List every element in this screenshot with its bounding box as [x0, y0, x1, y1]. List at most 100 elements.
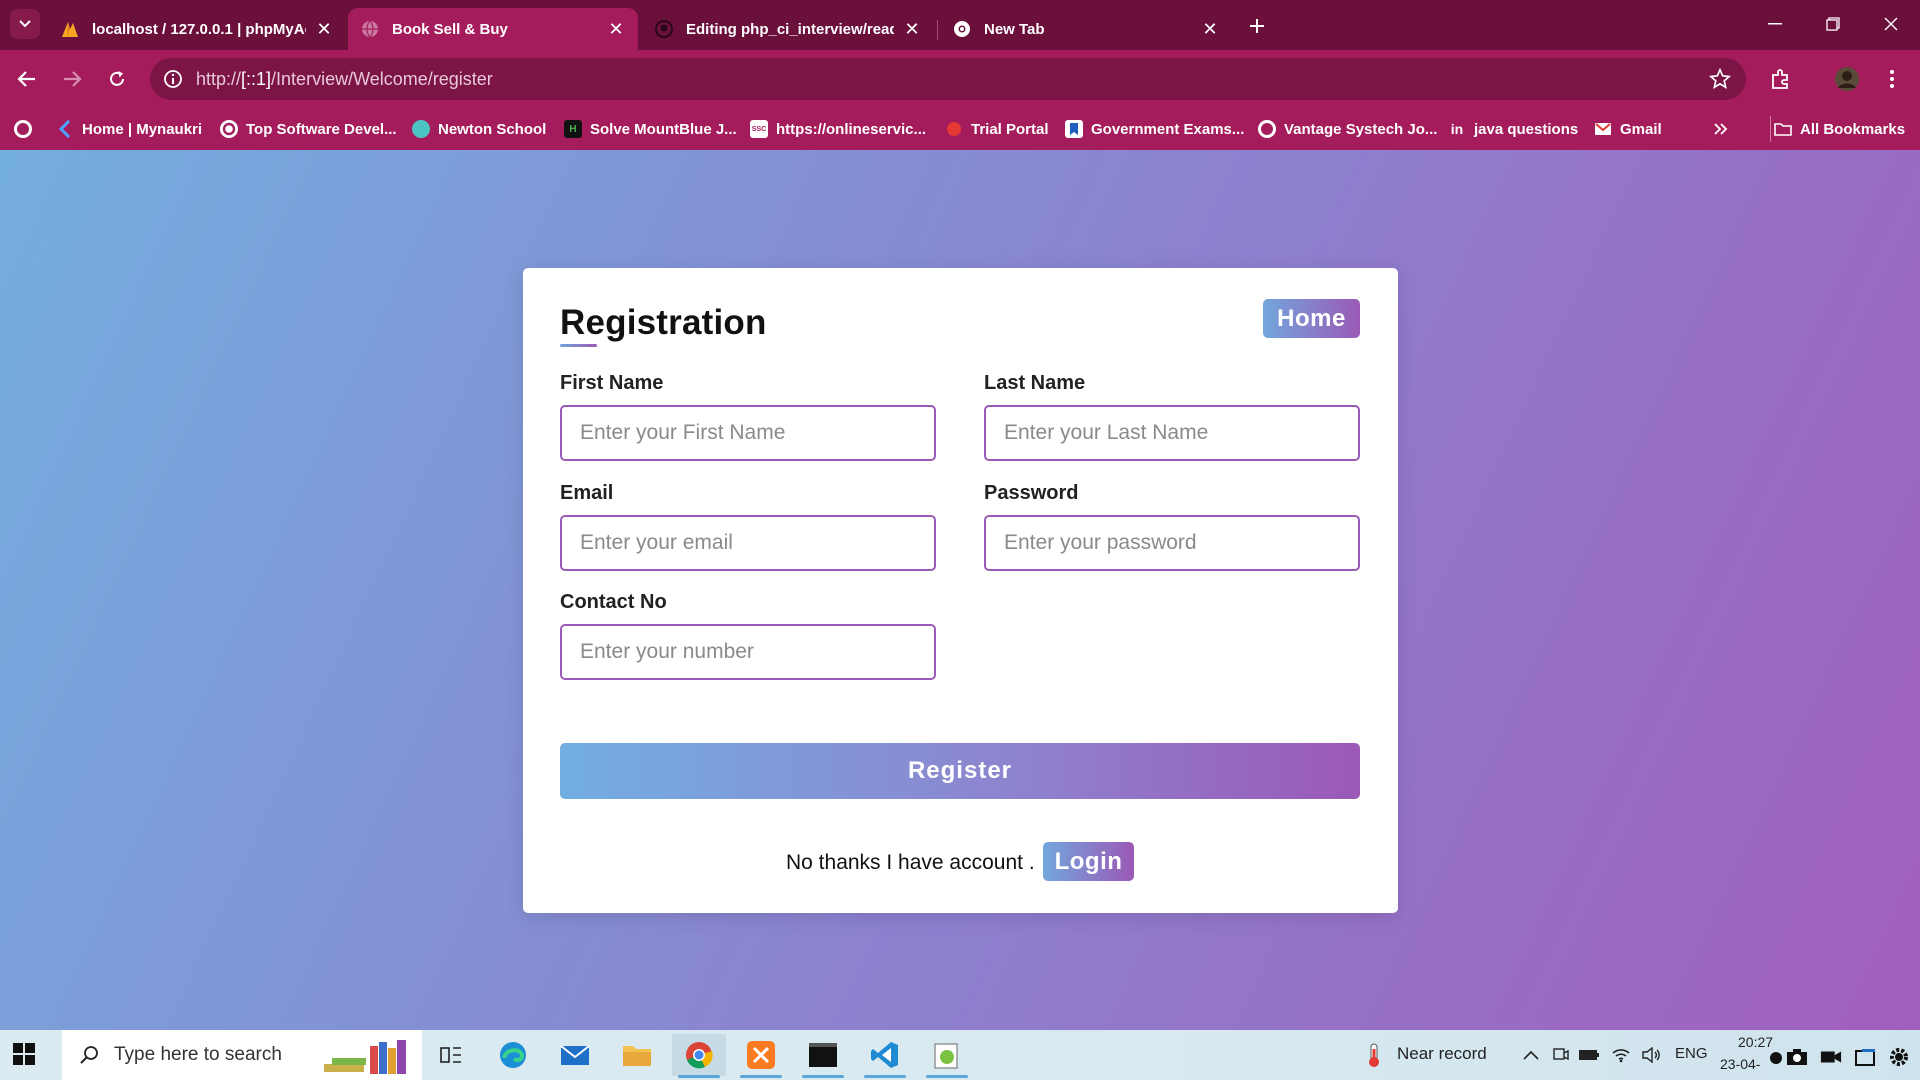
task-view-button[interactable] [424, 1034, 478, 1076]
close-icon[interactable]: ✕ [314, 19, 334, 39]
tab-search-button[interactable] [10, 9, 40, 39]
bookmark-government-exams[interactable]: Government Exams... [1065, 117, 1244, 141]
volume-icon[interactable] [1640, 1044, 1662, 1066]
registration-card: Registration Home First Name Last Name E… [523, 268, 1398, 913]
bookmark-top-software[interactable]: Top Software Devel... [220, 117, 397, 141]
camera-icon[interactable] [1786, 1046, 1808, 1068]
url-path: /Interview/Welcome/register [271, 69, 493, 89]
reload-icon [110, 71, 124, 86]
settings-gear-icon[interactable] [1888, 1046, 1910, 1068]
close-icon[interactable]: ✕ [902, 19, 922, 39]
home-button[interactable]: Home [1263, 299, 1360, 338]
close-icon[interactable]: ✕ [606, 19, 626, 39]
minimize-button[interactable] [1746, 0, 1804, 48]
avatar-icon [1835, 67, 1859, 91]
window-icon[interactable] [1854, 1046, 1876, 1068]
taskbar-search[interactable]: Type here to search [62, 1030, 422, 1080]
tab-new-tab[interactable]: New Tab ✕ [940, 8, 1232, 50]
wifi-icon[interactable] [1610, 1044, 1632, 1066]
last-name-input[interactable] [984, 405, 1360, 461]
bookmark-label: Solve MountBlue J... [590, 120, 737, 138]
bookmarks-overflow-button[interactable] [1714, 117, 1728, 141]
info-icon[interactable] [160, 66, 186, 92]
address-bar[interactable]: http://[::1]/Interview/Welcome/register [150, 58, 1746, 100]
first-name-label: First Name [560, 372, 664, 394]
email-label: Email [560, 482, 614, 504]
video-camera-icon[interactable] [1820, 1046, 1842, 1068]
taskbar-file-explorer[interactable] [610, 1034, 664, 1076]
bookmark-mynaukri[interactable]: Home | Mynaukri [56, 117, 202, 141]
double-chevron-right-icon [1714, 123, 1728, 135]
vscode-icon [871, 1042, 898, 1068]
taskbar-vscode[interactable] [858, 1034, 912, 1078]
page-background: Registration Home First Name Last Name E… [0, 150, 1920, 1030]
start-button[interactable] [12, 1042, 38, 1068]
forward-button[interactable] [55, 62, 89, 96]
bookmark-apps[interactable] [14, 117, 40, 141]
close-icon[interactable]: ✕ [1200, 19, 1220, 39]
weather-thermometer-icon[interactable] [1360, 1041, 1388, 1069]
bookmark-label: Gmail [1620, 120, 1662, 138]
notification-badge-icon[interactable] [1768, 1050, 1784, 1066]
bookmark-gmail[interactable]: Gmail [1594, 117, 1662, 141]
tab-strip: localhost / 127.0.0.1 | phpMyAc ✕ Book S… [0, 0, 1920, 50]
title-underline [560, 344, 597, 347]
browser-toolbar: http://[::1]/Interview/Welcome/register [0, 50, 1920, 108]
edge-icon [500, 1042, 526, 1068]
taskbar-xampp[interactable] [734, 1034, 788, 1078]
first-name-input[interactable] [560, 405, 936, 461]
bookmark-label: Trial Portal [971, 120, 1049, 138]
taskbar-terminal[interactable] [796, 1034, 850, 1078]
clock-date[interactable]: 23-04- [1720, 1056, 1760, 1072]
restore-icon [1826, 17, 1840, 31]
register-button[interactable]: Register [560, 743, 1360, 799]
tab-book-sell-buy[interactable]: Book Sell & Buy ✕ [348, 8, 638, 50]
bookmark-java-questions[interactable]: in java questions [1448, 117, 1578, 141]
tab-github-editing[interactable]: Editing php_ci_interview/readm ✕ [642, 8, 934, 50]
tab-phpmyadmin[interactable]: localhost / 127.0.0.1 | phpMyAc ✕ [48, 8, 346, 50]
meet-now-icon[interactable] [1550, 1044, 1572, 1066]
bookmark-newton-school[interactable]: Newton School [412, 117, 546, 141]
login-button[interactable]: Login [1043, 842, 1134, 881]
github-icon [654, 19, 674, 39]
bookmarks-separator [1770, 116, 1771, 142]
contact-label: Contact No [560, 591, 667, 613]
contact-input[interactable] [560, 624, 936, 680]
bookmark-star-icon[interactable] [1708, 67, 1732, 91]
bookmark-onlineservices[interactable]: SSC https://onlineservic... [750, 117, 926, 141]
email-input[interactable] [560, 515, 936, 571]
task-view-icon [440, 1047, 461, 1063]
taskbar-mail[interactable] [548, 1034, 602, 1076]
battery-icon[interactable] [1578, 1044, 1600, 1066]
trial-portal-icon [945, 120, 963, 138]
back-button[interactable] [10, 62, 44, 96]
bookmark-vantage-systech[interactable]: Vantage Systech Jo... [1258, 117, 1437, 141]
books-icon [322, 1036, 418, 1080]
menu-button[interactable] [1875, 62, 1909, 96]
profile-avatar[interactable] [1830, 62, 1864, 96]
document-icon [1065, 120, 1083, 138]
hackerearth-icon: H [564, 120, 582, 138]
taskbar-chrome[interactable] [672, 1034, 726, 1078]
mynaukri-icon [56, 120, 74, 138]
weather-text[interactable]: Near record [1397, 1044, 1487, 1064]
tab-title: Book Sell & Buy [392, 20, 508, 38]
bookmark-trial-portal[interactable]: Trial Portal [945, 117, 1049, 141]
bookmark-mountblue[interactable]: H Solve MountBlue J... [564, 117, 737, 141]
phpmyadmin-icon [60, 19, 80, 39]
bookmarks-bar: Home | Mynaukri Top Software Devel... Ne… [0, 108, 1920, 150]
close-window-button[interactable] [1862, 0, 1920, 48]
taskbar-notepad-plus[interactable] [920, 1034, 974, 1078]
plus-icon [1250, 19, 1264, 33]
taskbar-edge[interactable] [486, 1034, 540, 1076]
clock-time[interactable]: 20:27 [1738, 1034, 1773, 1050]
extensions-button[interactable] [1764, 62, 1798, 96]
reload-button[interactable] [100, 62, 134, 96]
restore-button[interactable] [1804, 0, 1862, 48]
language-indicator[interactable]: ENG [1675, 1045, 1708, 1062]
all-bookmarks-button[interactable]: All Bookmarks [1774, 117, 1905, 141]
chevron-up-icon[interactable] [1520, 1044, 1542, 1066]
new-tab-button[interactable] [1243, 12, 1271, 40]
url-host: [::1] [241, 69, 272, 89]
password-input[interactable] [984, 515, 1360, 571]
